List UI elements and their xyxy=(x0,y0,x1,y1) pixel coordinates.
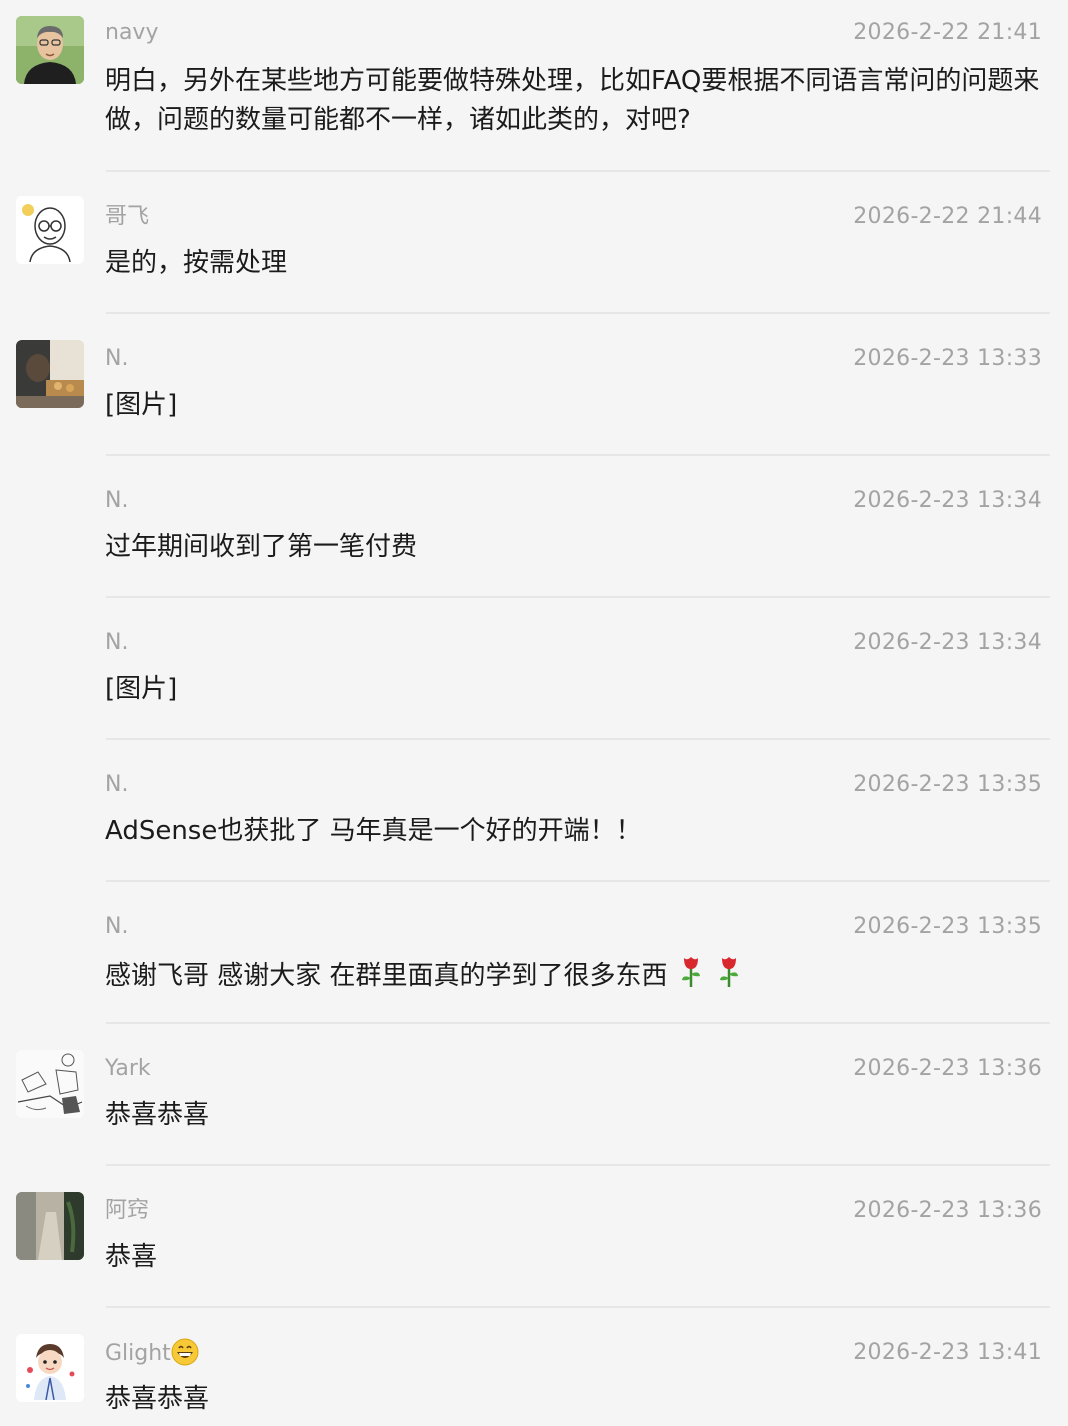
message-timestamp: 2026-2-23 13:34 xyxy=(853,630,1042,655)
sender-name[interactable]: Glight xyxy=(105,1338,199,1375)
message-timestamp: 2026-2-23 13:36 xyxy=(853,1056,1042,1081)
sketch-avatar-icon[interactable] xyxy=(16,1050,84,1118)
bald-glasses-avatar-icon[interactable] xyxy=(16,196,84,264)
sender-name[interactable]: N. xyxy=(105,628,128,658)
message-item: N. 2026-2-23 13:34 过年期间收到了第一笔付费 xyxy=(0,456,1068,598)
message-item: N. 2026-2-23 13:35 感谢飞哥 感谢大家 在群里面真的学到了很多… xyxy=(0,882,1068,1024)
rose-icon xyxy=(676,954,706,1000)
message-timestamp: 2026-2-23 13:34 xyxy=(853,488,1042,513)
scenery-avatar-icon[interactable] xyxy=(16,1192,84,1260)
sender-name[interactable]: navy xyxy=(105,18,158,48)
message-timestamp: 2026-2-22 21:44 xyxy=(853,204,1042,229)
message-timestamp: 2026-2-23 13:35 xyxy=(853,914,1042,939)
sender-name[interactable]: Yark xyxy=(105,1054,151,1084)
message-timestamp: 2026-2-23 13:33 xyxy=(853,346,1042,371)
man-avatar-icon[interactable] xyxy=(16,16,84,84)
message-item: Yark 2026-2-23 13:36 恭喜恭喜 xyxy=(0,1024,1068,1166)
message-text: 过年期间收到了第一笔付费 xyxy=(105,532,418,562)
message-text[interactable]: [图片] xyxy=(105,670,1045,709)
sender-name[interactable]: 哥飞 xyxy=(105,202,149,232)
cartoon-boy-avatar-icon[interactable] xyxy=(16,1334,84,1402)
sender-name[interactable]: N. xyxy=(105,912,128,942)
sender-name[interactable]: N. xyxy=(105,770,128,800)
message-text: 感谢飞哥 感谢大家 在群里面真的学到了很多东西 xyxy=(105,954,1045,1000)
message-item: navy 2026-2-22 21:41 明白，另外在某些地方可能要做特殊处理，… xyxy=(0,0,1068,172)
message-timestamp: 2026-2-23 13:41 xyxy=(853,1340,1042,1365)
message-item: N. 2026-2-23 13:34 [图片] xyxy=(0,598,1068,740)
message-text[interactable]: [图片] xyxy=(105,386,1045,425)
message-item: 阿窍 2026-2-23 13:36 恭喜 xyxy=(0,1166,1068,1308)
message-text: 恭喜恭喜 xyxy=(105,1384,210,1414)
message-text: AdSense也获批了 马年真是一个好的开端！！ xyxy=(105,816,642,846)
message-timestamp: 2026-2-23 13:35 xyxy=(853,772,1042,797)
sender-name-text: Glight xyxy=(105,1341,171,1366)
message-text-content: 感谢飞哥 感谢大家 在群里面真的学到了很多东西 xyxy=(105,961,668,991)
message-item: N. 2026-2-23 13:35 AdSense也获批了 马年真是一个好的开… xyxy=(0,740,1068,882)
sender-name[interactable]: 阿窍 xyxy=(105,1196,149,1226)
message-item: 哥飞 2026-2-22 21:44 是的，按需处理 xyxy=(0,172,1068,314)
message-text: 恭喜 xyxy=(105,1242,158,1272)
photo-avatar-icon[interactable] xyxy=(16,340,84,408)
sender-name[interactable]: N. xyxy=(105,486,128,516)
message-item: Glight 2026-2-23 13:41 恭喜恭喜 xyxy=(0,1308,1068,1426)
message-text: 明白，另外在某些地方可能要做特殊处理，比如FAQ要根据不同语言常问的问题来做，问… xyxy=(105,66,1040,135)
message-text: 恭喜恭喜 xyxy=(105,1100,210,1130)
chat-history[interactable]: navy 2026-2-22 21:41 明白，另外在某些地方可能要做特殊处理，… xyxy=(0,0,1068,1426)
grinning-face-icon xyxy=(171,1338,199,1375)
message-item: N. 2026-2-23 13:33 [图片] xyxy=(0,314,1068,456)
rose-icon xyxy=(714,954,744,1000)
sender-name[interactable]: N. xyxy=(105,344,128,374)
message-text: 是的，按需处理 xyxy=(105,248,288,278)
message-timestamp: 2026-2-23 13:36 xyxy=(853,1198,1042,1223)
message-timestamp: 2026-2-22 21:41 xyxy=(853,20,1042,45)
